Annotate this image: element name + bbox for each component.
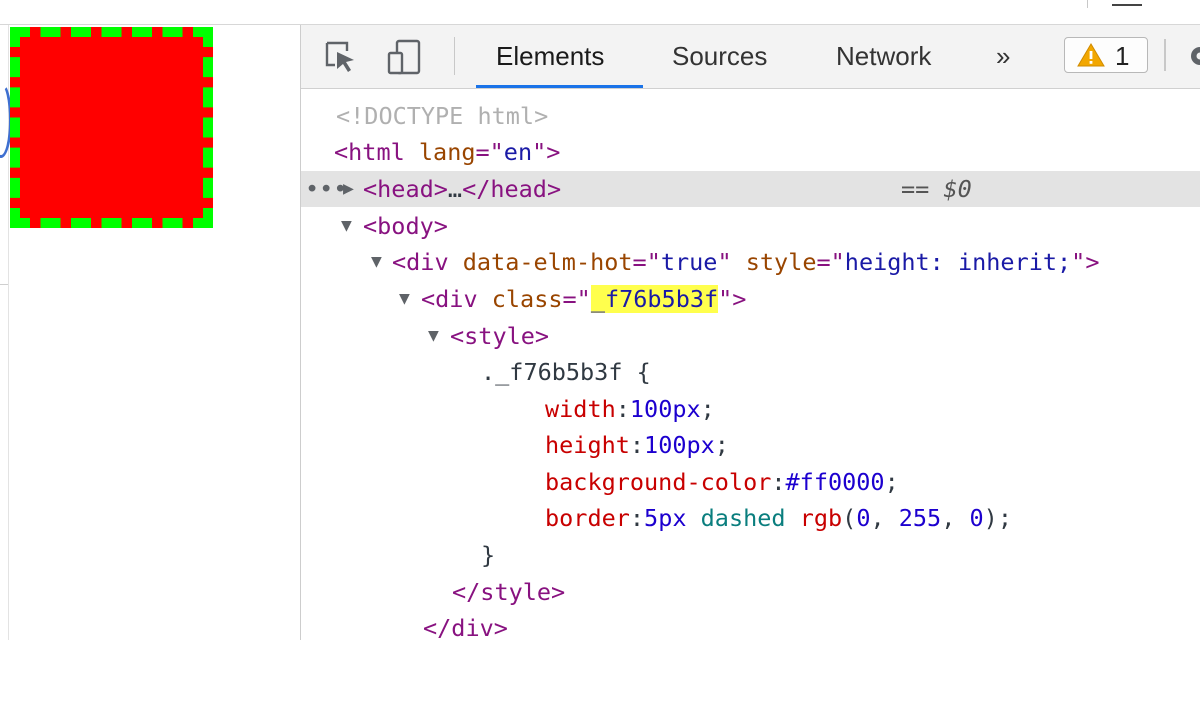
tree-line-body[interactable]: ▼ <body> <box>301 208 1200 244</box>
tree-line-css-close: } <box>301 537 1200 573</box>
top-separator <box>1087 0 1088 8</box>
inspect-element-icon[interactable] <box>323 39 359 75</box>
dom-tree: <!DOCTYPE html> <html lang="en"> ••• ▶ <… <box>301 89 1200 640</box>
css-background-decl: background-color:#ff0000; <box>545 464 899 500</box>
warnings-button[interactable]: 1 <box>1064 37 1148 73</box>
div-close-tag: </div> <box>423 610 508 646</box>
css-selector: ._f76b5b3f { <box>481 354 651 390</box>
settings-gear-icon[interactable] <box>1186 42 1200 70</box>
collapse-arrow-icon[interactable]: ▼ <box>341 208 352 244</box>
div-root-open-tag: <div data-elm-hot="true" style="height: … <box>392 244 1099 280</box>
row-menu-icon[interactable]: ••• <box>305 171 347 207</box>
toolbar-divider <box>454 37 455 75</box>
devtools-panel: Elements Sources Network » 1 <! <box>300 25 1200 640</box>
css-height-decl: height:100px; <box>545 427 729 463</box>
active-tab-indicator <box>476 85 643 88</box>
device-toolbar-icon[interactable] <box>385 39 421 75</box>
tree-line-css-width: width:100px; <box>301 391 1200 427</box>
css-width-decl: width:100px; <box>545 391 715 427</box>
tree-line-head[interactable]: ••• ▶ <head>…</head> == $0 <box>301 171 1200 207</box>
tree-line-div-class[interactable]: ▼ <div class="_f76b5b3f"> <box>301 281 1200 317</box>
tree-line-div-close[interactable]: </div> <box>301 610 1200 646</box>
style-open-tag: <style> <box>450 318 549 354</box>
div-class-open-tag: <div class="_f76b5b3f"> <box>421 281 746 317</box>
tree-line-html[interactable]: <html lang="en"> <box>301 134 1200 170</box>
collapse-arrow-icon[interactable]: ▼ <box>428 318 439 354</box>
more-tabs-button[interactable]: » <box>996 25 1010 87</box>
tree-line-div-root[interactable]: ▼ <div data-elm-hot="true" style="height… <box>301 244 1200 280</box>
doctype-text: <!DOCTYPE html> <box>336 98 548 134</box>
devtools-toolbar: Elements Sources Network » 1 <box>301 25 1200 89</box>
tab-sources[interactable]: Sources <box>672 25 767 88</box>
expand-arrow-icon[interactable]: ▶ <box>343 171 354 207</box>
viewport-divider <box>0 284 8 285</box>
page-viewport <box>0 25 300 640</box>
selected-node-marker: == $0 <box>901 171 972 207</box>
tree-line-css-height: height:100px; <box>301 427 1200 463</box>
warning-icon <box>1077 43 1105 67</box>
red-dashed-box <box>10 27 213 228</box>
body-open-tag: <body> <box>363 208 448 244</box>
search-highlight: _f76b5b3f <box>591 285 718 313</box>
css-close-brace: } <box>481 537 495 573</box>
collapse-arrow-icon[interactable]: ▼ <box>399 281 410 317</box>
collapse-arrow-icon[interactable]: ▼ <box>371 244 382 280</box>
tree-line-style[interactable]: ▼ <style> <box>301 318 1200 354</box>
style-close-tag: </style> <box>452 574 565 610</box>
html-open-tag: <html lang="en"> <box>334 134 560 170</box>
toolbar-separator <box>1164 39 1166 71</box>
top-right-control[interactable] <box>1112 0 1142 6</box>
tab-elements[interactable]: Elements <box>496 25 604 88</box>
tab-network[interactable]: Network <box>836 25 931 88</box>
warning-count: 1 <box>1115 38 1129 74</box>
tree-line-css-selector: ._f76b5b3f { <box>301 354 1200 390</box>
tree-line-css-border: border:5px dashed rgb(0, 255, 0); <box>301 500 1200 536</box>
css-border-decl: border:5px dashed rgb(0, 255, 0); <box>545 500 1012 536</box>
browser-top-strip <box>0 0 1200 25</box>
head-tag: <head>…</head> <box>363 171 561 207</box>
tree-line-doctype[interactable]: <!DOCTYPE html> <box>301 98 1200 134</box>
tree-line-css-background: background-color:#ff0000; <box>301 464 1200 500</box>
tree-line-style-close[interactable]: </style> <box>301 574 1200 610</box>
